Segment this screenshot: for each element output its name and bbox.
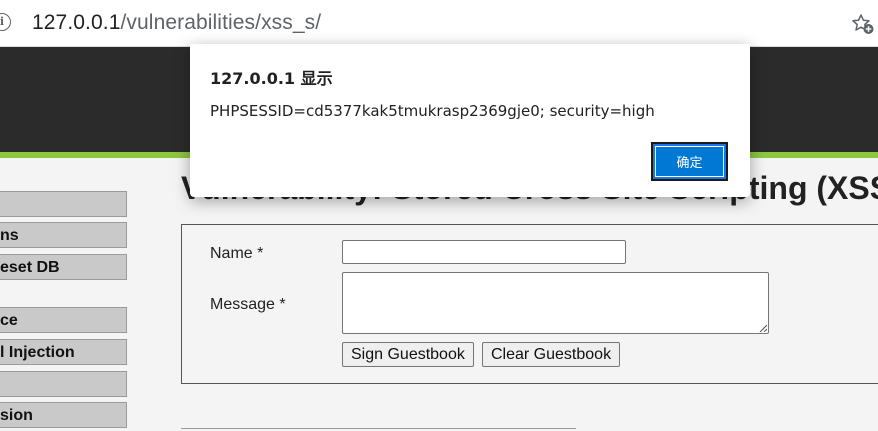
info-icon[interactable]: i: [0, 13, 11, 31]
divider: [181, 428, 576, 429]
address-bar[interactable]: i 127.0.0.1/vulnerabilities/xss_s/: [0, 0, 878, 47]
ok-button[interactable]: 确定: [651, 142, 728, 181]
url-host: 127.0.0.1: [32, 11, 121, 34]
sidebar-item[interactable]: sion: [0, 402, 127, 428]
alert-dialog: 127.0.0.1 显示 PHPSESSID=cd5377kak5tmukras…: [190, 44, 750, 197]
sidebar-item[interactable]: [0, 371, 127, 397]
url-text[interactable]: 127.0.0.1/vulnerabilities/xss_s/: [32, 11, 321, 35]
dialog-title: 127.0.0.1 显示: [210, 69, 333, 88]
message-label: Message *: [210, 296, 286, 313]
sidebar-item[interactable]: ns: [0, 222, 127, 248]
sign-guestbook-button[interactable]: Sign Guestbook: [342, 342, 474, 367]
resize-grip-icon[interactable]: [759, 324, 767, 332]
name-input[interactable]: [342, 240, 626, 264]
dialog-message: PHPSESSID=cd5377kak5tmukrasp2369gje0; se…: [210, 102, 655, 120]
star-add-icon[interactable]: [851, 13, 875, 35]
clear-guestbook-button[interactable]: Clear Guestbook: [482, 342, 621, 367]
sidebar-item[interactable]: l Injection: [0, 339, 127, 365]
url-path: /vulnerabilities/xss_s/: [120, 11, 322, 34]
message-textarea[interactable]: [342, 272, 769, 334]
sidebar-item[interactable]: ce: [0, 307, 127, 333]
sidebar-item[interactable]: [0, 191, 127, 217]
sidebar-item[interactable]: eset DB: [0, 254, 127, 280]
name-label: Name *: [210, 245, 264, 262]
